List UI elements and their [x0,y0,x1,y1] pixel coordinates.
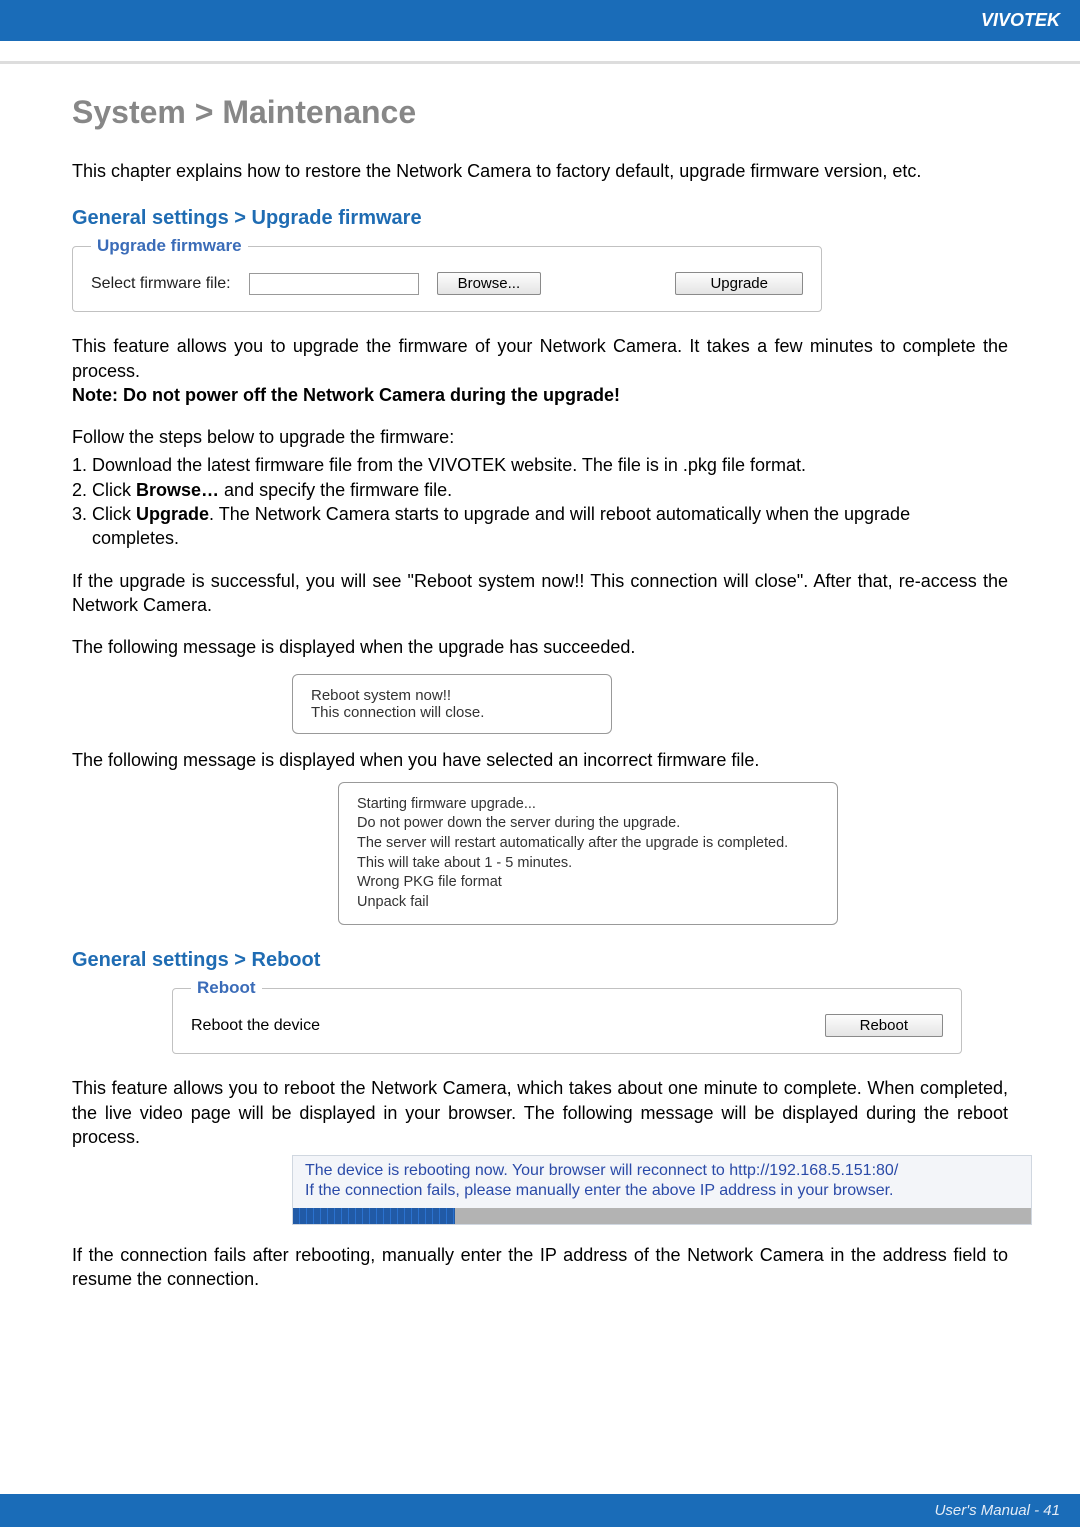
reboot-legend: Reboot [191,978,262,998]
page-footer: User's Manual - 41 [0,1494,1080,1527]
msg1-line1: Reboot system now!! [311,687,593,704]
firmware-row: Select firmware file: Browse... Upgrade [91,272,803,295]
msg2-line6: Unpack fail [357,893,819,913]
incorrect-intro: The following message is displayed when … [72,748,1008,772]
msg2-line5: Wrong PKG file format [357,873,819,893]
step3-c: . The Network Camera starts to upgrade a… [209,504,910,524]
page-content: System > Maintenance This chapter explai… [0,64,1080,1292]
succeeded-intro: The following message is displayed when … [72,635,1008,659]
step2-c: and specify the firmware file. [219,480,452,500]
msg2-line2: Do not power down the server during the … [357,814,819,834]
reboot-desc: This feature allows you to reboot the Ne… [72,1076,1008,1149]
msg2-line1: Starting firmware upgrade... [357,795,819,815]
step2-b: Browse… [136,480,219,500]
step3-a: 3. Click [72,504,136,524]
step-1: 1. Download the latest firmware file fro… [72,453,1008,477]
browse-button[interactable]: Browse... [437,272,542,295]
reboot-panel: Reboot Reboot the device Reboot [172,978,962,1054]
upgrade-desc: This feature allows you to upgrade the f… [72,334,1008,383]
reboot-info-line1: The device is rebooting now. Your browse… [293,1156,1031,1180]
brand-header: VIVOTEK [0,0,1080,41]
upgrade-section-heading: General settings > Upgrade firmware [72,207,1008,230]
reboot-info-box: The device is rebooting now. Your browse… [292,1155,1032,1225]
reboot-info-line2: If the connection fails, please manually… [293,1180,1031,1208]
step-2: 2. Click Browse… and specify the firmwar… [72,478,1008,502]
firmware-file-input[interactable] [249,273,419,295]
reboot-progress-fill [293,1208,455,1224]
footer-text: User's Manual - 41 [935,1502,1060,1519]
upgrade-firmware-panel: Upgrade firmware Select firmware file: B… [72,236,822,312]
upgrade-button[interactable]: Upgrade [675,272,803,295]
step-3: 3. Click Upgrade. The Network Camera sta… [72,502,1008,551]
steps-intro: Follow the steps below to upgrade the fi… [72,425,1008,449]
page-title: System > Maintenance [72,94,1008,131]
success-note: If the upgrade is successful, you will s… [72,569,1008,618]
step3-b: Upgrade [136,504,209,524]
reboot-row: Reboot the device Reboot [191,1014,943,1037]
brand-text: VIVOTEK [981,10,1060,30]
msg1-line2: This connection will close. [311,704,593,721]
select-firmware-label: Select firmware file: [91,275,231,293]
msg2-line3: The server will restart automatically af… [357,834,819,854]
success-message-box: Reboot system now!! This connection will… [292,674,612,734]
reboot-label: Reboot the device [191,1017,320,1035]
upgrade-steps: 1. Download the latest firmware file fro… [72,453,1008,550]
msg2-line4: This will take about 1 - 5 minutes. [357,854,819,874]
fail-message-box: Starting firmware upgrade... Do not powe… [338,782,838,925]
step3-d: completes. [72,526,1008,550]
step2-a: 2. Click [72,480,136,500]
upgrade-legend: Upgrade firmware [91,236,248,256]
intro-paragraph: This chapter explains how to restore the… [72,159,1008,183]
upgrade-note: Note: Do not power off the Network Camer… [72,383,1008,407]
reboot-section-heading: General settings > Reboot [72,949,1008,972]
reboot-after: If the connection fails after rebooting,… [72,1243,1008,1292]
reboot-progress [293,1208,1031,1224]
reboot-button[interactable]: Reboot [825,1014,943,1037]
